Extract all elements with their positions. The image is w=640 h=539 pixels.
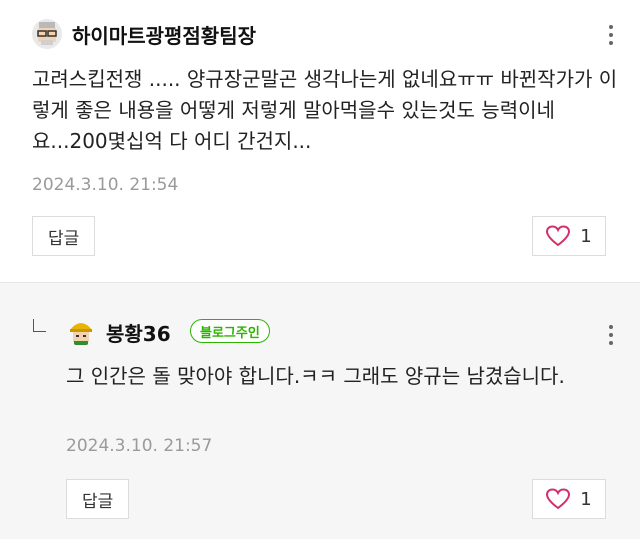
reply-button[interactable]: 답글 [32,216,96,256]
comment-1: 하이마트광평점황팀장 고려스킵전쟁 ..... 양규장군말곤 생각나는게 없네요… [0,0,640,283]
like-button[interactable]: 1 [532,216,606,256]
reply-nickname[interactable]: 봉황36 [106,318,171,347]
comment-date: 2024.3.10. 21:54 [32,175,179,195]
reply-button[interactable]: 답글 [66,479,130,519]
reply-date: 2024.3.10. 21:57 [66,436,213,456]
like-button[interactable]: 1 [532,479,606,519]
like-count: 1 [580,225,592,247]
comment-text: 고려스킵전쟁 ..... 양규장군말곤 생각나는게 없네요ㅠㅠ 바뀐작가가 이렇… [32,67,618,153]
reply-indent-icon [33,319,46,332]
comment-nickname[interactable]: 하이마트광평점황팀장 [72,20,256,49]
comment-2-reply: 봉황36 블로그주인 그 인간은 돌 맞아야 합니다.ㅋㅋ 그래도 양규는 남겼… [0,283,640,539]
like-count: 1 [580,488,592,510]
helmet-avatar-icon[interactable] [66,316,96,346]
heart-icon [546,225,571,247]
reply-text: 그 인간은 돌 맞아야 합니다.ㅋㅋ 그래도 양규는 남겼습니다. [66,364,565,388]
grandpa-avatar-icon[interactable] [32,19,62,49]
heart-icon [546,488,571,510]
blog-owner-badge: 블로그주인 [190,319,270,343]
more-options-icon[interactable] [608,325,614,349]
more-options-icon[interactable] [608,25,614,49]
